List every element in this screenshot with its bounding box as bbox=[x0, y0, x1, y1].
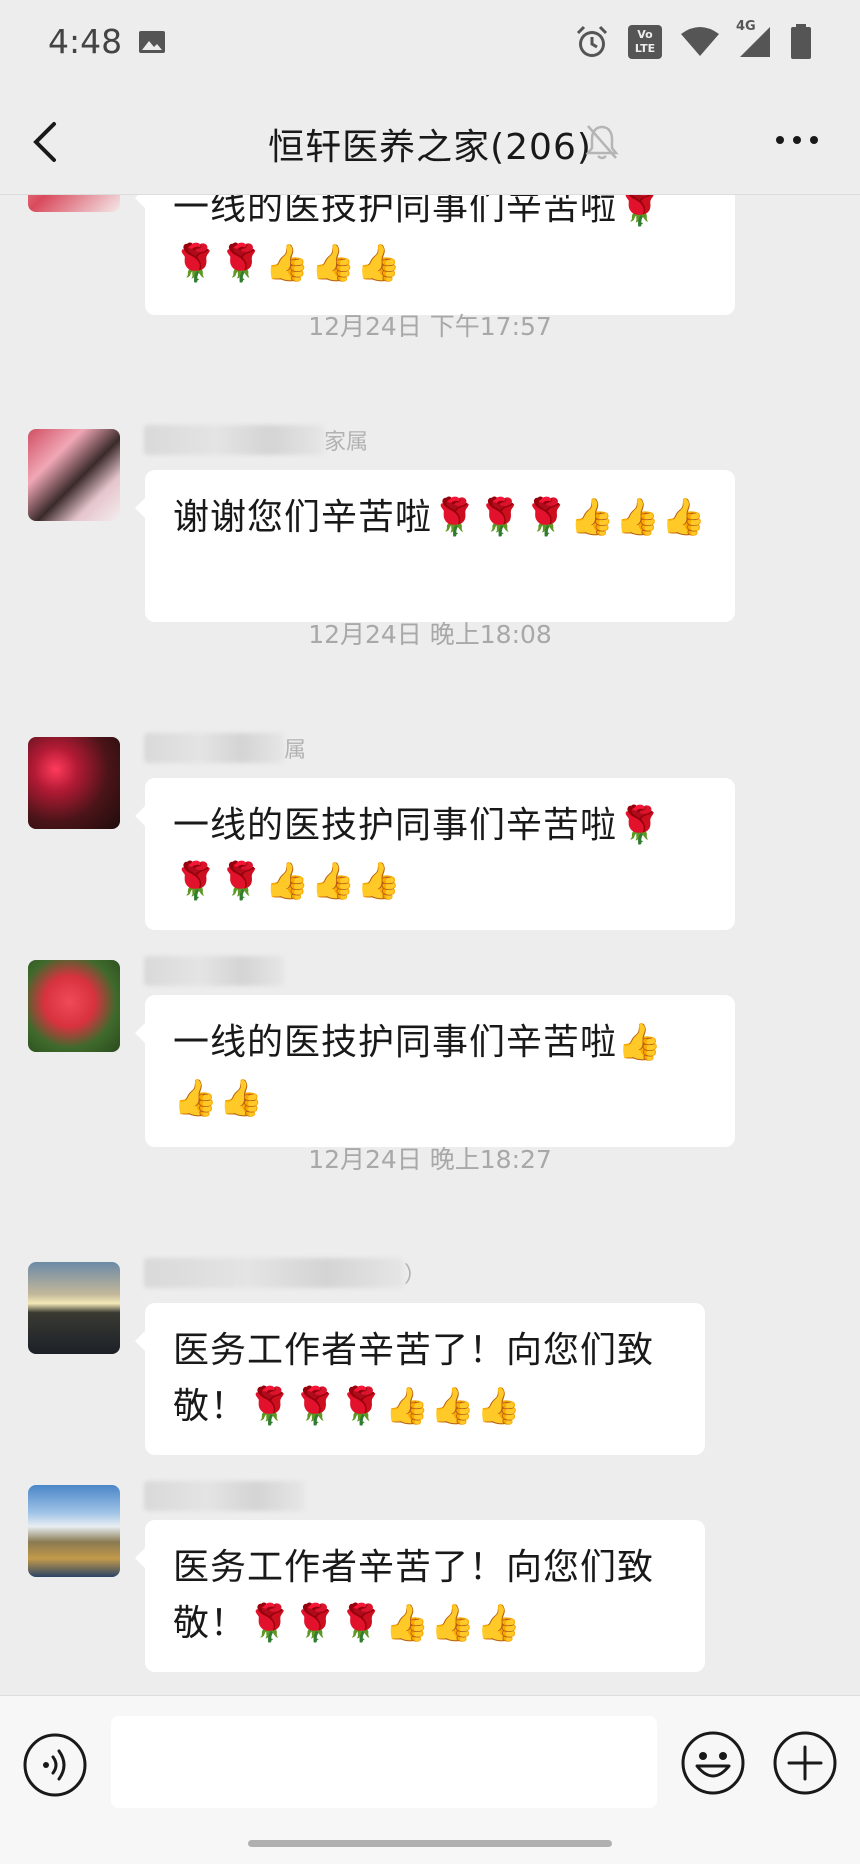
message-text: 谢谢您们辛苦啦🌹🌹🌹👍👍👍 bbox=[173, 497, 707, 538]
avatar[interactable] bbox=[28, 429, 120, 521]
message-bubble[interactable]: 一线的医技护同事们辛苦啦👍👍👍 bbox=[135, 995, 735, 1147]
more-icon[interactable] bbox=[774, 130, 820, 150]
status-icons: Vo LTE 4G bbox=[574, 19, 812, 60]
sender-name: ） bbox=[144, 1256, 426, 1290]
message-bubble[interactable]: 一线的医技护同事们辛苦啦🌹🌹🌹👍👍👍 bbox=[135, 195, 735, 315]
volte-icon: Vo LTE bbox=[628, 25, 662, 59]
message-bubble[interactable]: 谢谢您们辛苦啦🌹🌹🌹👍👍👍 bbox=[135, 470, 735, 622]
sender-name-redacted bbox=[144, 1481, 304, 1511]
sender-name-redacted bbox=[144, 956, 284, 986]
sender-name-text: 家属 bbox=[324, 430, 369, 455]
chat-title: 恒轩医养之家(206) bbox=[268, 127, 592, 168]
battery-icon bbox=[791, 24, 811, 59]
sender-name-text: 属 bbox=[284, 738, 307, 763]
image-icon bbox=[139, 31, 165, 53]
timestamp: 12月24日 晚上18:27 bbox=[308, 1145, 552, 1174]
home-indicator[interactable] bbox=[248, 1840, 612, 1847]
message-text: 医务工作者辛苦了！向您们致敬！🌹🌹🌹👍👍👍 bbox=[173, 1330, 655, 1427]
timestamp: 12月24日 下午17:57 bbox=[308, 312, 552, 341]
chat-message-list[interactable]: 一线的医技护同事们辛苦啦🌹🌹🌹👍👍👍 12月24日 下午17:57 家属 谢谢您… bbox=[0, 195, 860, 1695]
chat-header: 恒轩医养之家(206) bbox=[0, 92, 860, 195]
input-bar bbox=[0, 1695, 860, 1864]
sender-name-redacted bbox=[144, 425, 324, 455]
sender-name bbox=[144, 1479, 304, 1513]
avatar[interactable] bbox=[28, 1262, 120, 1354]
signal-4g-icon: 4G bbox=[736, 19, 772, 59]
message-bubble[interactable]: 医务工作者辛苦了！向您们致敬！🌹🌹🌹👍👍👍 bbox=[135, 1303, 705, 1455]
avatar[interactable] bbox=[28, 960, 120, 1052]
timestamp: 12月24日 晚上18:08 bbox=[308, 620, 552, 649]
message-text: 一线的医技护同事们辛苦啦🌹🌹🌹👍👍👍 bbox=[173, 195, 663, 284]
avatar[interactable] bbox=[28, 737, 120, 829]
emoji-face-icon[interactable] bbox=[680, 1730, 746, 1796]
sender-name bbox=[144, 954, 284, 988]
avatar[interactable] bbox=[28, 195, 120, 212]
message-input[interactable] bbox=[111, 1716, 657, 1808]
status-time: 4:48 bbox=[48, 22, 123, 61]
sender-name-text: ） bbox=[404, 1263, 427, 1288]
message-bubble[interactable]: 医务工作者辛苦了！向您们致敬！🌹🌹🌹👍👍👍 bbox=[135, 1520, 705, 1672]
sender-name-redacted bbox=[144, 733, 284, 763]
message-text: 一线的医技护同事们辛苦啦🌹🌹🌹👍👍👍 bbox=[173, 805, 663, 902]
sender-name-redacted bbox=[144, 1258, 404, 1288]
status-bar: 4:48 Vo LTE 4G bbox=[0, 0, 860, 92]
sender-name: 家属 bbox=[144, 423, 368, 457]
message-bubble[interactable]: 一线的医技护同事们辛苦啦🌹🌹🌹👍👍👍 bbox=[135, 778, 735, 930]
mute-bell-icon bbox=[585, 125, 619, 160]
plus-icon[interactable] bbox=[772, 1730, 838, 1796]
voice-icon[interactable] bbox=[22, 1732, 88, 1798]
sender-name: 属 bbox=[144, 731, 306, 765]
message-text: 医务工作者辛苦了！向您们致敬！🌹🌹🌹👍👍👍 bbox=[173, 1547, 655, 1644]
network-label: 4G bbox=[736, 19, 756, 34]
alarm-icon bbox=[576, 25, 608, 57]
avatar[interactable] bbox=[28, 1485, 120, 1577]
volte-label: Vo LTE bbox=[634, 28, 656, 55]
message-text: 一线的医技护同事们辛苦啦👍👍👍 bbox=[173, 1022, 663, 1119]
wifi-icon bbox=[681, 27, 719, 56]
